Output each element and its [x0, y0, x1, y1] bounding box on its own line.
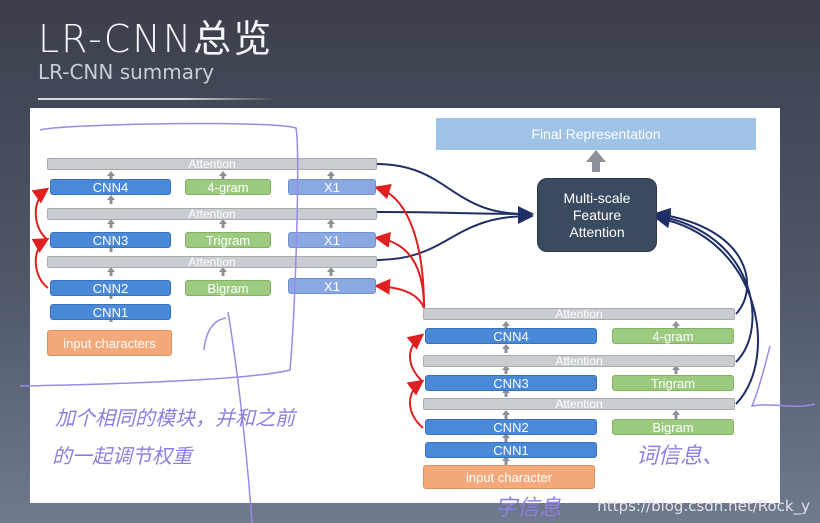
hand-drawn-mark [750, 345, 816, 408]
annotation-char-info: 字信息 [495, 496, 562, 521]
watermark: https://blog.csdn.net/Rock_y [597, 497, 810, 515]
annotation-handwritten-line2: 的一起调节权重 [52, 444, 192, 468]
hand-drawn-line [203, 317, 227, 351]
hand-drawn-bracket [19, 122, 299, 387]
annotation-handwritten-line1: 加个相同的模块，并和之前 [55, 406, 295, 430]
annotation-word-info: 词信息、 [636, 444, 725, 469]
